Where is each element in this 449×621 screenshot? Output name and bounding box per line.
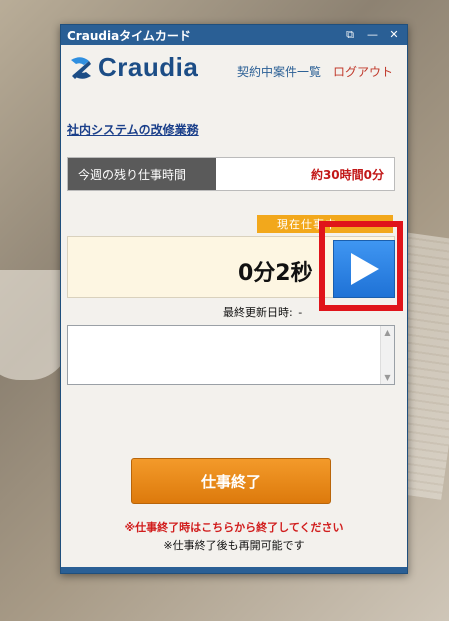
window-controls: ⧉ — ✕	[345, 25, 399, 45]
end-work-button[interactable]: 仕事終了	[131, 458, 331, 504]
end-warning-note: ※仕事終了時はこちらから終了してください	[124, 521, 344, 534]
elapsed-time: 0分2秒	[238, 261, 313, 286]
remaining-time-label: 今週の残り仕事時間	[68, 158, 216, 190]
timecard-window: Craudiaタイムカード ⧉ — ✕ Craudia 契約中案件一覧 ログアウ…	[60, 24, 408, 574]
project-link[interactable]: 社内システムの改修業務	[67, 121, 199, 138]
restore-button[interactable]: ⧉	[345, 25, 355, 45]
logo: Craudia	[67, 52, 198, 83]
scroll-down-icon[interactable]: ▼	[381, 373, 394, 382]
memo-textarea[interactable]: ▲ ▼	[67, 325, 395, 385]
last-updated-label: 最終更新日時:	[223, 306, 293, 319]
memo-scrollbar[interactable]: ▲ ▼	[380, 326, 394, 384]
window-title: Craudiaタイムカード	[67, 28, 191, 43]
remaining-time-panel: 今週の残り仕事時間 約30時間0分	[67, 157, 395, 191]
last-updated-value: -	[298, 306, 303, 319]
bottom-bar	[61, 567, 407, 573]
title-bar[interactable]: Craudiaタイムカード ⧉ — ✕	[61, 25, 407, 45]
highlight-box	[319, 221, 403, 311]
header: Craudia 契約中案件一覧 ログアウト	[61, 45, 407, 91]
resume-note: ※仕事終了後も再開可能です	[163, 539, 305, 552]
craudia-logo-icon	[71, 56, 91, 79]
contracts-link[interactable]: 契約中案件一覧	[237, 63, 321, 80]
logo-text: Craudia	[98, 52, 199, 82]
last-updated: 最終更新日時: -	[223, 304, 302, 320]
remaining-time-value: 約30時間0分	[310, 167, 384, 182]
logout-link[interactable]: ログアウト	[333, 63, 393, 80]
close-button[interactable]: ✕	[389, 25, 399, 45]
minimize-button[interactable]: —	[367, 25, 378, 45]
header-nav: 契約中案件一覧 ログアウト	[237, 63, 393, 80]
scroll-up-icon[interactable]: ▲	[381, 328, 394, 337]
